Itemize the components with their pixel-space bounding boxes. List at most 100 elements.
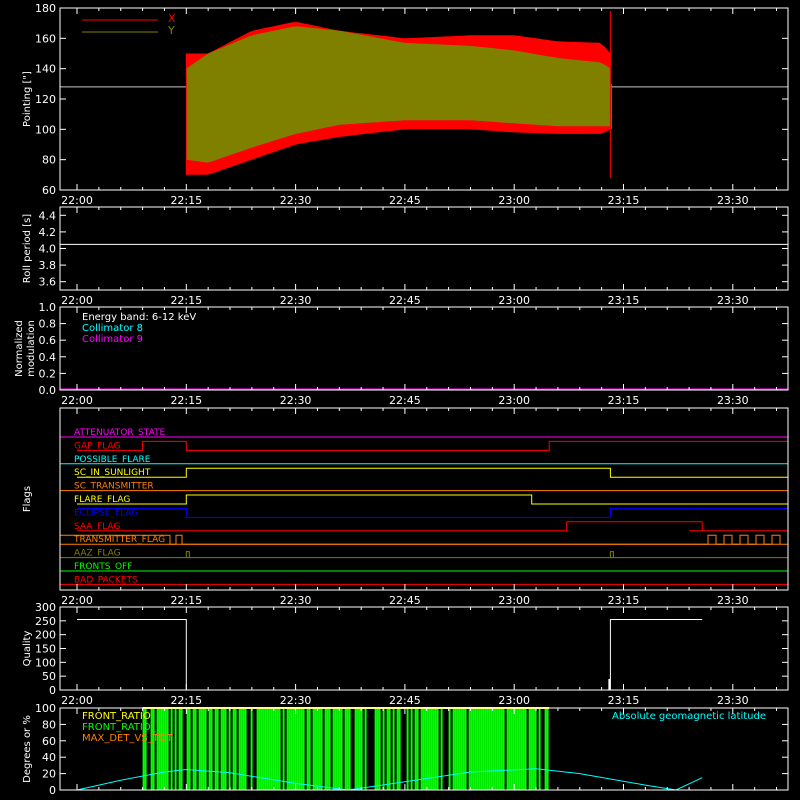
front-ratio-bar bbox=[268, 708, 271, 790]
x-tick-label: 22:45 bbox=[389, 394, 421, 407]
front-ratio-bar bbox=[242, 708, 245, 790]
front-ratio-bar bbox=[360, 708, 363, 790]
front-ratio-bar bbox=[292, 708, 295, 790]
x-tick-label: 23:30 bbox=[717, 294, 749, 307]
x-tick-label: 22:45 bbox=[389, 594, 421, 607]
x-tick-label: 22:30 bbox=[280, 694, 312, 707]
x-tick-label: 22:15 bbox=[170, 594, 202, 607]
front-ratio-bar bbox=[156, 708, 159, 790]
modulation-legend-0: Energy band: 6-12 keV bbox=[82, 312, 196, 323]
front-ratio-bar bbox=[502, 708, 505, 790]
front-ratio-bar bbox=[328, 708, 331, 790]
x-tick-label: 22:45 bbox=[389, 694, 421, 707]
front-ratio-bar bbox=[506, 708, 509, 790]
front-ratio-bar bbox=[388, 708, 391, 790]
front-ratio-bar bbox=[200, 708, 203, 790]
y-tick-label: 0.6 bbox=[39, 334, 57, 347]
y-tick-label: 3.8 bbox=[39, 259, 57, 272]
geo-legend-0: FRONT_RATIO bbox=[82, 711, 151, 722]
front-ratio-bar bbox=[410, 708, 413, 790]
geo-legend-1: FRONT_RATIO_ bbox=[82, 722, 157, 733]
front-ratio-bar bbox=[244, 708, 247, 790]
y-tick-label: 80 bbox=[42, 154, 56, 167]
front-ratio-bar bbox=[398, 708, 401, 790]
front-ratio-bar bbox=[454, 708, 457, 790]
front-ratio-bar bbox=[422, 708, 425, 790]
front-ratio-bar bbox=[462, 708, 465, 790]
y-tick-label: 300 bbox=[35, 601, 56, 614]
panel-frame-1 bbox=[59, 206, 789, 291]
front-ratio-bar bbox=[488, 708, 491, 790]
front-ratio-bar bbox=[324, 708, 327, 790]
front-ratio-bar bbox=[274, 708, 277, 790]
front-ratio-bar bbox=[224, 708, 227, 790]
geo-legend-right: Absolute geomagnetic latitude bbox=[612, 711, 766, 722]
front-ratio-bar bbox=[186, 708, 189, 790]
y-axis-label: modulation bbox=[26, 320, 37, 377]
flag-line-3 bbox=[77, 467, 788, 478]
front-ratio-bar bbox=[234, 708, 237, 790]
y-tick-label: 4.2 bbox=[39, 226, 57, 239]
front-ratio-bar bbox=[436, 708, 439, 790]
flag-line-1 bbox=[77, 440, 788, 451]
front-ratio-bar bbox=[456, 708, 459, 790]
front-ratio-bar bbox=[498, 708, 501, 790]
front-ratio-bar bbox=[468, 708, 471, 790]
front-ratio-bar bbox=[216, 708, 219, 790]
front-ratio-bar bbox=[464, 708, 467, 790]
front-ratio-bar bbox=[178, 708, 181, 790]
front-ratio-bar bbox=[336, 708, 339, 790]
front-ratio-bar bbox=[374, 708, 377, 790]
front-ratio-bar bbox=[414, 708, 417, 790]
y-axis-label: Degrees or % bbox=[22, 715, 33, 783]
front-ratio-bar bbox=[546, 708, 549, 790]
front-ratio-bar bbox=[530, 708, 533, 790]
front-ratio-bar bbox=[326, 708, 329, 790]
x-tick-label: 22:30 bbox=[280, 394, 312, 407]
front-ratio-bar bbox=[500, 708, 503, 790]
x-tick-label: 22:30 bbox=[280, 194, 312, 207]
front-ratio-bar bbox=[208, 708, 211, 790]
y-tick-label: 0.0 bbox=[39, 384, 57, 397]
x-tick-label: 22:30 bbox=[280, 294, 312, 307]
y-tick-label: 0.8 bbox=[39, 318, 57, 331]
front-ratio-bar bbox=[440, 708, 443, 790]
front-ratio-bar bbox=[278, 708, 281, 790]
x-tick-label: 22:30 bbox=[280, 594, 312, 607]
y-axis-label: Quality bbox=[22, 631, 33, 667]
modulation-legend-2: Collimator 9 bbox=[82, 334, 143, 345]
front-ratio-bar bbox=[494, 708, 497, 790]
front-ratio-bar bbox=[312, 708, 315, 790]
front-ratio-bar bbox=[314, 708, 317, 790]
x-tick-label: 23:15 bbox=[608, 394, 640, 407]
chart-root: X Y 60 80 100 120 140 160 180 22:00 22:15 22:30 22:4… bbox=[0, 0, 800, 800]
y-tick-label: 40 bbox=[42, 751, 56, 764]
front-ratio-bar bbox=[188, 708, 191, 790]
front-ratio-bar bbox=[340, 708, 343, 790]
y-tick-label: 120 bbox=[35, 93, 56, 106]
front-ratio-bar bbox=[220, 708, 223, 790]
x-tick-label: 23:30 bbox=[717, 394, 749, 407]
front-ratio-bar bbox=[298, 708, 301, 790]
x-tick-label: 22:00 bbox=[61, 694, 93, 707]
y-tick-label: 250 bbox=[35, 615, 56, 628]
front-ratio-bar bbox=[544, 708, 547, 790]
front-ratio-bar bbox=[204, 708, 207, 790]
x-tick-label: 22:00 bbox=[61, 594, 93, 607]
y-tick-label: 160 bbox=[35, 32, 56, 45]
y-tick-label: 0.4 bbox=[39, 351, 57, 364]
front-ratio-bar bbox=[486, 708, 489, 790]
x-tick-label: 23:00 bbox=[498, 694, 530, 707]
front-ratio-bar bbox=[162, 708, 165, 790]
front-ratio-bar bbox=[396, 708, 399, 790]
front-ratio-bar bbox=[318, 708, 321, 790]
aaz-blip-2 bbox=[609, 551, 614, 558]
front-ratio-bar bbox=[356, 708, 359, 790]
front-ratio-bar bbox=[210, 708, 213, 790]
front-ratio-bar bbox=[300, 708, 303, 790]
x-tick-label: 22:45 bbox=[389, 194, 421, 207]
y-tick-label: 20 bbox=[42, 768, 56, 781]
front-ratio-bar bbox=[170, 708, 173, 790]
x-tick-label: 22:15 bbox=[170, 694, 202, 707]
front-ratio-bar bbox=[426, 708, 429, 790]
